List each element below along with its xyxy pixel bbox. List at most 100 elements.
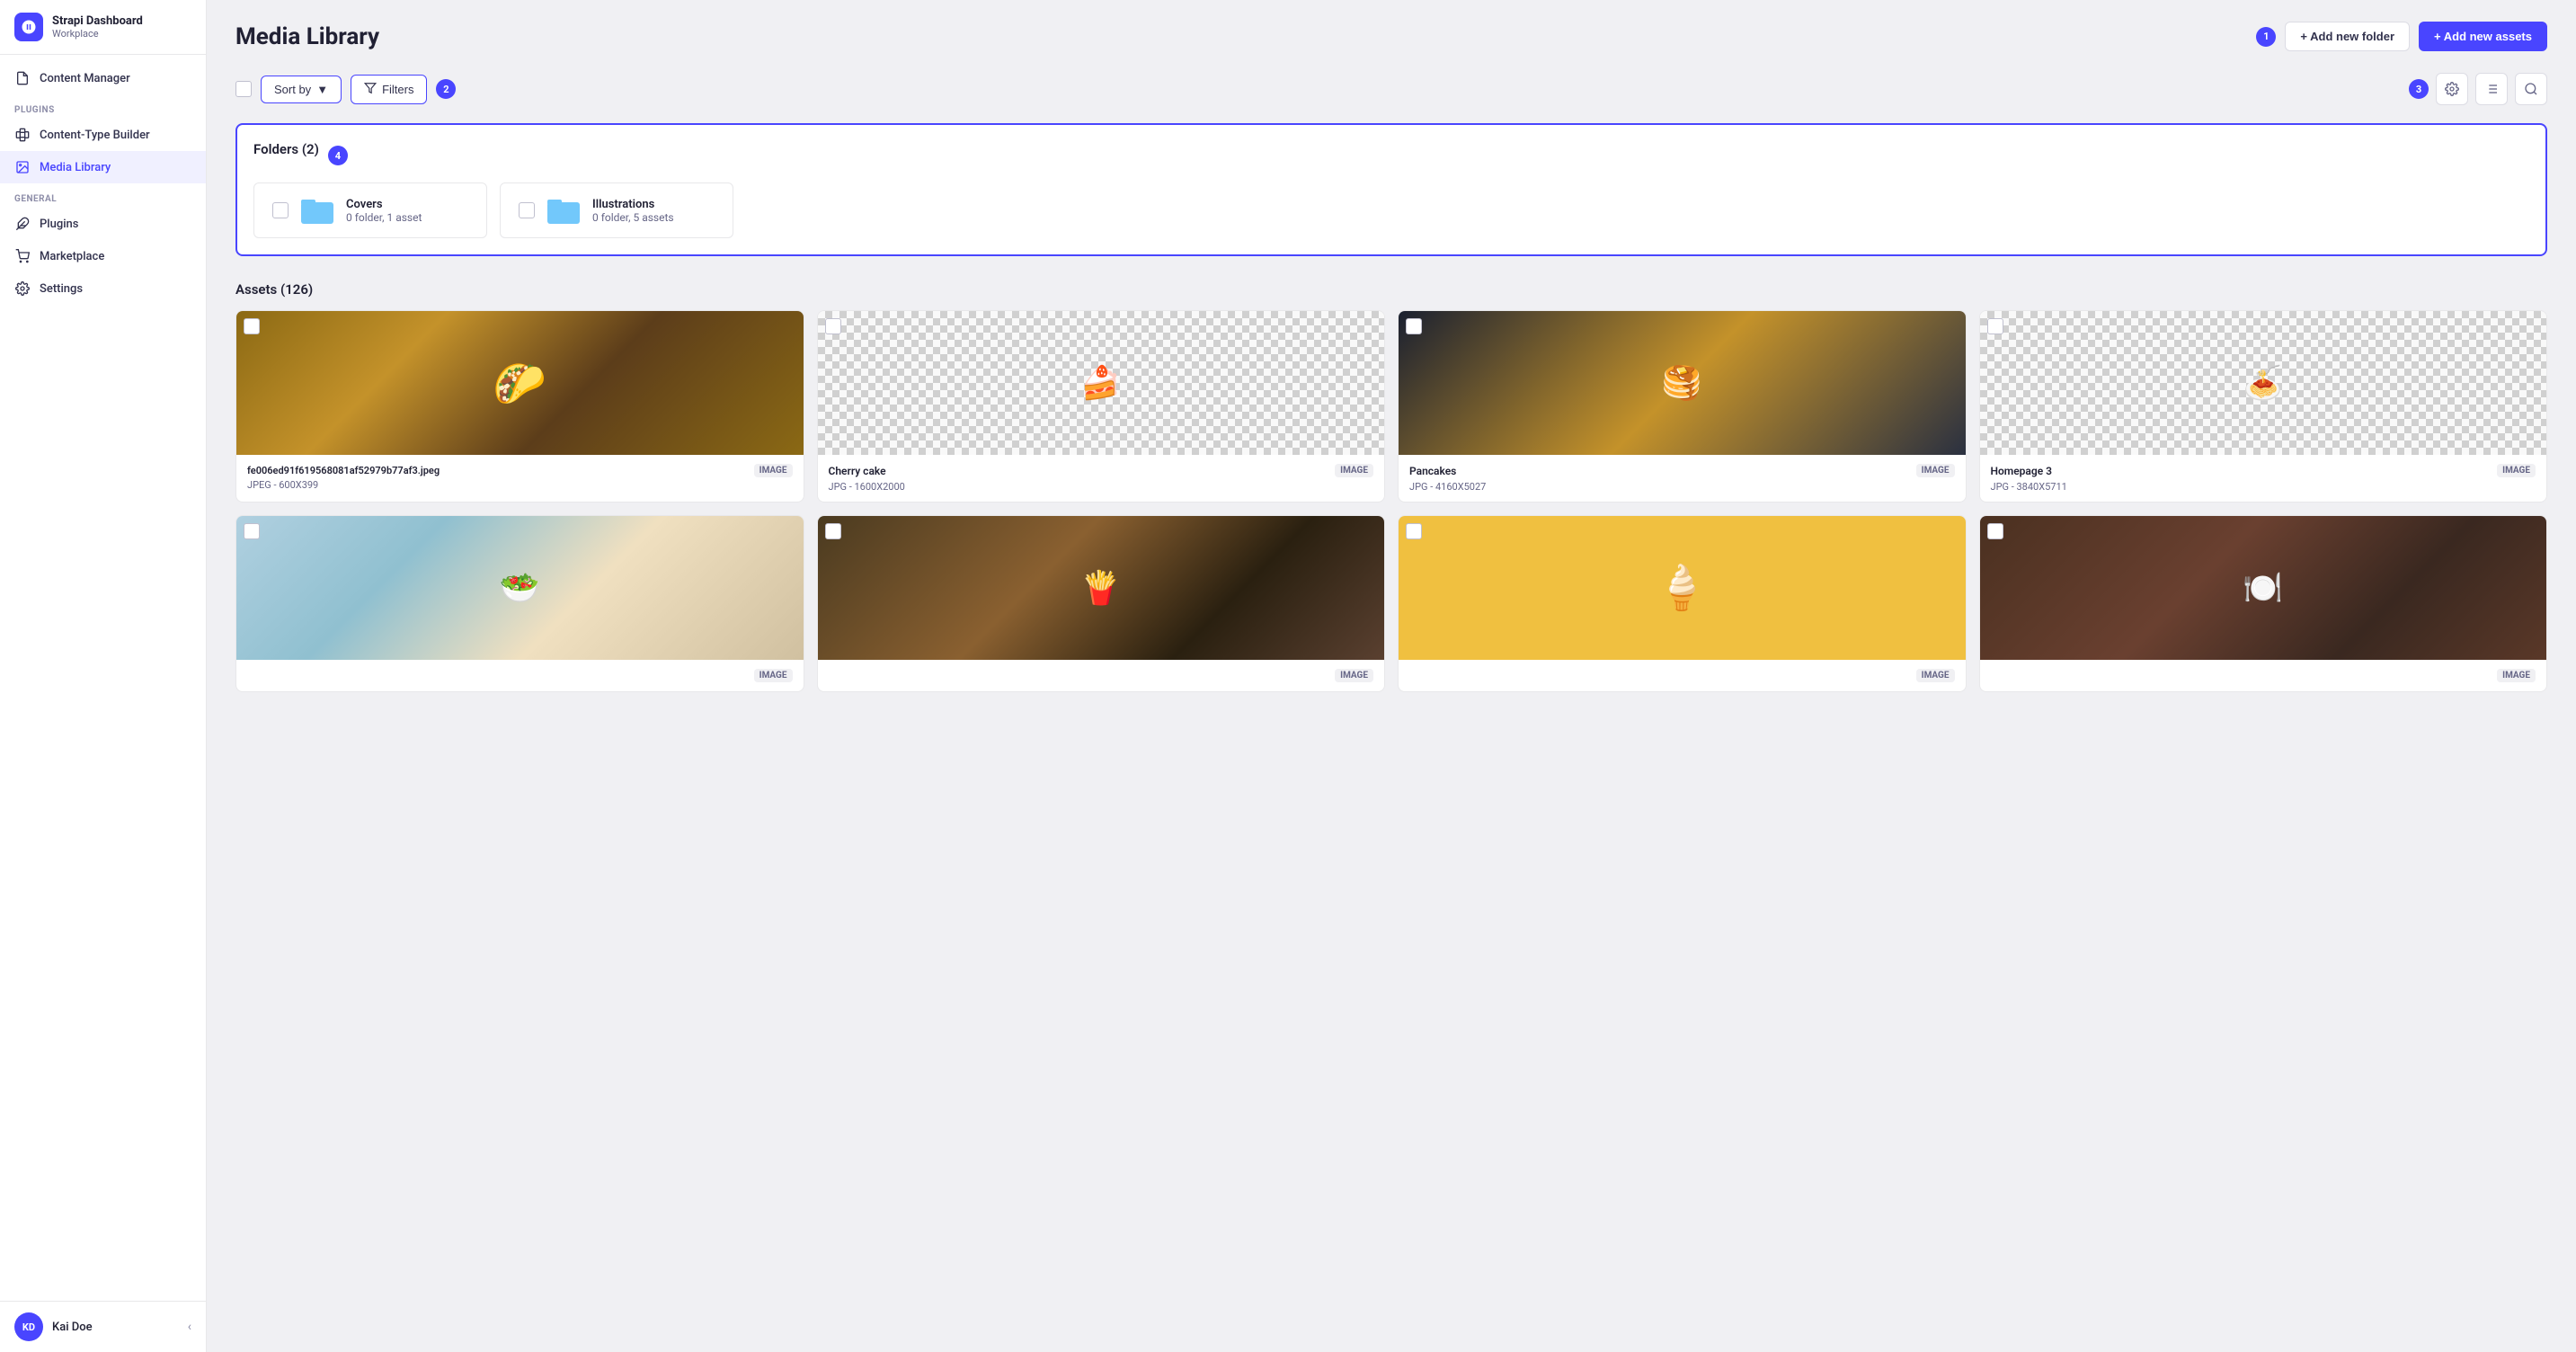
asset-type-badge: IMAGE [1335, 669, 1373, 682]
asset-card[interactable]: 🥗 IMAGE [235, 515, 804, 692]
sidebar-item-content-manager[interactable]: Content Manager [0, 62, 206, 94]
asset-checkbox[interactable] [825, 523, 841, 539]
app-logo [14, 13, 43, 41]
header-badge: 1 [2256, 27, 2276, 47]
view-badge: 3 [2409, 79, 2429, 99]
folder-icon [546, 196, 582, 225]
header-actions: 1 + Add new folder + Add new assets [2256, 22, 2547, 51]
asset-image: 🍝 [1980, 311, 2547, 455]
asset-image: 🌮 [236, 311, 804, 455]
main-content: Media Library 1 + Add new folder + Add n… [207, 0, 2576, 1352]
asset-details: Homepage 3 JPG - 3840X5711 [1991, 464, 2067, 493]
asset-name: Cherry cake [829, 464, 905, 479]
sidebar-item-plugins[interactable]: Plugins [0, 208, 206, 240]
asset-checkbox[interactable] [1987, 318, 2003, 334]
asset-info: IMAGE [236, 660, 804, 691]
sidebar-item-marketplace[interactable]: Marketplace [0, 240, 206, 272]
sidebar-item-media-library[interactable]: Media Library [0, 151, 206, 183]
folder-meta: 0 folder, 1 asset [346, 211, 422, 224]
asset-card[interactable]: 🥞 Pancakes JPG - 4160X5027 IMAGE [1398, 310, 1967, 503]
asset-checkbox[interactable] [1406, 523, 1422, 539]
asset-details: fe006ed91f619568081af52979b77af3.jpeg JP… [247, 464, 440, 491]
user-name: Kai Doe [52, 1321, 179, 1334]
folder-info: Covers 0 folder, 1 asset [346, 198, 422, 224]
asset-card[interactable]: 🍦 IMAGE [1398, 515, 1967, 692]
folder-card[interactable]: Covers 0 folder, 1 asset [253, 182, 487, 238]
folder-name: Illustrations [592, 198, 674, 211]
asset-type-badge: IMAGE [2497, 669, 2536, 682]
asset-type-badge: IMAGE [1335, 464, 1373, 477]
asset-image-wrap: 🍰 [818, 311, 1385, 455]
asset-card[interactable]: 🍟 IMAGE [817, 515, 1386, 692]
asset-checkbox[interactable] [1406, 318, 1422, 334]
general-section-label: GENERAL [0, 183, 206, 208]
asset-type-badge: IMAGE [754, 669, 793, 682]
asset-image-wrap: 🌮 [236, 311, 804, 455]
sidebar-item-label: Media Library [40, 161, 111, 174]
asset-info: Homepage 3 JPG - 3840X5711 IMAGE [1980, 455, 2547, 502]
asset-card[interactable]: 🍰 Cherry cake JPG - 1600X2000 IMAGE [817, 310, 1386, 503]
folders-section: Folders (2) 4 Covers 0 folder, 1 asset [235, 123, 2547, 256]
assets-title: Assets (126) [235, 281, 2547, 298]
asset-checkbox[interactable] [825, 318, 841, 334]
add-new-folder-button[interactable]: + Add new folder [2285, 22, 2410, 51]
asset-info: IMAGE [818, 660, 1385, 691]
folder-card[interactable]: Illustrations 0 folder, 5 assets [500, 182, 733, 238]
sidebar-item-label: Content Manager [40, 72, 130, 85]
plugin-icon [14, 216, 31, 232]
settings-view-button[interactable] [2436, 73, 2468, 105]
asset-image: 🍟 [818, 516, 1385, 660]
app-name: Strapi Dashboard [52, 14, 143, 28]
select-all-checkbox[interactable] [235, 81, 252, 97]
folder-icon [299, 196, 335, 225]
chevron-down-icon: ▼ [316, 83, 328, 96]
avatar: KD [14, 1312, 43, 1341]
folders-grid: Covers 0 folder, 1 asset Illustrations 0… [253, 182, 2529, 238]
asset-format: JPG - 4160X5027 [1409, 481, 1486, 493]
filter-icon [364, 82, 377, 97]
filters-button[interactable]: Filters [351, 75, 427, 104]
list-view-button[interactable] [2475, 73, 2508, 105]
sidebar-footer: KD Kai Doe ‹ [0, 1301, 206, 1352]
asset-card[interactable]: 🍝 Homepage 3 JPG - 3840X5711 IMAGE [1979, 310, 2548, 503]
sidebar-collapse-button[interactable]: ‹ [188, 1320, 191, 1334]
asset-image: 🥞 [1399, 311, 1966, 455]
asset-type-badge: IMAGE [1916, 464, 1955, 477]
folders-badge: 4 [328, 146, 348, 165]
sidebar-item-settings[interactable]: Settings [0, 272, 206, 305]
asset-format: JPG - 1600X2000 [829, 481, 905, 493]
sort-by-button[interactable]: Sort by ▼ [261, 76, 342, 103]
asset-format: JPEG - 600X399 [247, 479, 440, 491]
sidebar-nav: Content Manager PLUGINS Content-Type Bui… [0, 55, 206, 1301]
sidebar-item-label: Plugins [40, 218, 78, 231]
page-header: Media Library 1 + Add new folder + Add n… [235, 22, 2547, 51]
plugins-section-label: PLUGINS [0, 94, 206, 119]
folder-checkbox[interactable] [272, 202, 289, 218]
asset-checkbox[interactable] [1987, 523, 2003, 539]
sidebar-item-content-type-builder[interactable]: Content-Type Builder [0, 119, 206, 151]
asset-image: 🍰 [818, 311, 1385, 455]
file-icon [14, 70, 31, 86]
assets-grid: 🌮 fe006ed91f619568081af52979b77af3.jpeg … [235, 310, 2547, 692]
asset-checkbox[interactable] [244, 318, 260, 334]
asset-name: Pancakes [1409, 464, 1486, 479]
folder-checkbox[interactable] [519, 202, 535, 218]
asset-image: 🍦 [1399, 516, 1966, 660]
toolbar-left: Sort by ▼ Filters 2 [235, 75, 456, 104]
asset-checkbox[interactable] [244, 523, 260, 539]
asset-type-badge: IMAGE [754, 464, 793, 477]
asset-info: Pancakes JPG - 4160X5027 IMAGE [1399, 455, 1966, 502]
folder-info: Illustrations 0 folder, 5 assets [592, 198, 674, 224]
asset-details: Cherry cake JPG - 1600X2000 [829, 464, 905, 493]
sidebar: Strapi Dashboard Workplace Content Manag… [0, 0, 207, 1352]
asset-info: IMAGE [1980, 660, 2547, 691]
add-new-assets-button[interactable]: + Add new assets [2419, 22, 2547, 51]
asset-card[interactable]: 🍽️ IMAGE [1979, 515, 2548, 692]
asset-image: 🍽️ [1980, 516, 2547, 660]
folders-title: Folders (2) [253, 141, 319, 157]
asset-card[interactable]: 🌮 fe006ed91f619568081af52979b77af3.jpeg … [235, 310, 804, 503]
sidebar-item-label: Settings [40, 282, 83, 296]
sidebar-item-label: Marketplace [40, 250, 104, 263]
search-button[interactable] [2515, 73, 2547, 105]
page-title: Media Library [235, 23, 379, 50]
